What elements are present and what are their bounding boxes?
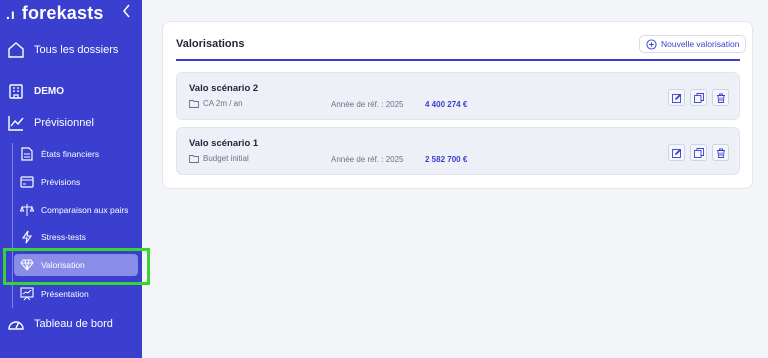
sidebar-item-demo[interactable]: DEMO bbox=[6, 81, 148, 101]
valorisation-name: Valo scénario 1 bbox=[189, 138, 259, 149]
trash-icon bbox=[716, 148, 725, 158]
valorisation-source-label: Budget initial bbox=[203, 154, 249, 163]
sidebar-item-all-folders[interactable]: Tous les dossiers bbox=[6, 39, 148, 61]
sidebar-item-label: Tableau de bord bbox=[34, 318, 113, 330]
valorisation-amount: 4 400 274 € bbox=[425, 100, 468, 109]
lightning-icon bbox=[20, 230, 34, 244]
folder-icon bbox=[189, 155, 199, 163]
presentation-icon bbox=[20, 287, 34, 301]
compare-icon bbox=[20, 203, 34, 217]
logo-mark: .ı bbox=[6, 6, 16, 22]
document-icon bbox=[20, 147, 34, 161]
reference-year: Année de réf. : 2025 bbox=[331, 155, 404, 164]
valorisation-row[interactable]: Valo scénario 2 CA 2m / an Année de réf.… bbox=[176, 72, 740, 120]
edit-icon bbox=[671, 148, 681, 158]
trash-icon bbox=[716, 93, 725, 103]
sidebar-item-label: Tous les dossiers bbox=[34, 44, 119, 56]
valorisation-name: Valo scénario 2 bbox=[189, 83, 259, 94]
sidebar-item-stress-tests[interactable]: Stress-tests bbox=[20, 228, 138, 246]
sidebar-item-previsionnel[interactable]: Prévisionnel bbox=[6, 112, 148, 134]
app-logo[interactable]: .ı forekasts bbox=[6, 3, 104, 24]
highlight-outline bbox=[3, 248, 150, 285]
valorisation-source-label: CA 2m / an bbox=[203, 99, 243, 108]
sidebar-item-label: Stress-tests bbox=[41, 232, 86, 242]
sidebar-item-label: Présentation bbox=[41, 289, 89, 299]
duplicate-button[interactable] bbox=[690, 89, 707, 106]
copy-icon bbox=[693, 147, 704, 158]
duplicate-button[interactable] bbox=[690, 144, 707, 161]
edit-icon bbox=[671, 93, 681, 103]
sidebar: .ı forekasts Tous les dossiers DEMO Prév… bbox=[0, 0, 150, 358]
valorisation-row[interactable]: Valo scénario 1 Budget initial Année de … bbox=[176, 127, 740, 175]
collapse-sidebar-button[interactable] bbox=[120, 3, 134, 19]
home-icon bbox=[6, 40, 26, 60]
chevron-left-icon bbox=[123, 4, 130, 18]
sidebar-item-tableau-de-bord[interactable]: Tableau de bord bbox=[6, 313, 148, 335]
plus-circle-icon bbox=[646, 38, 657, 50]
edit-button[interactable] bbox=[668, 89, 685, 106]
copy-icon bbox=[693, 92, 704, 103]
sidebar-item-comparaison[interactable]: Comparaison aux pairs bbox=[20, 201, 138, 219]
title-underline bbox=[176, 59, 740, 61]
sidebar-item-label: Prévisionnel bbox=[34, 117, 94, 129]
sidebar-item-previsions[interactable]: Prévisions bbox=[20, 173, 138, 191]
sidebar-item-label: Comparaison aux pairs bbox=[41, 205, 129, 215]
valorisations-card: Valorisations Nouvelle valorisation Valo… bbox=[162, 21, 753, 189]
sidebar-item-label: DEMO bbox=[34, 85, 64, 97]
folder-icon bbox=[189, 100, 199, 108]
sidebar-item-label: Prévisions bbox=[41, 177, 81, 187]
gauge-icon bbox=[6, 314, 26, 334]
delete-button[interactable] bbox=[712, 144, 729, 161]
building-icon bbox=[6, 81, 26, 101]
row-actions bbox=[668, 144, 729, 161]
valorisation-amount: 2 582 700 € bbox=[425, 155, 468, 164]
logo-text: forekasts bbox=[21, 3, 104, 23]
page-title: Valorisations bbox=[176, 38, 245, 50]
sidebar-item-etats-financiers[interactable]: États financiers bbox=[20, 145, 138, 163]
chart-line-icon bbox=[6, 113, 26, 133]
new-valorisation-label: Nouvelle valorisation bbox=[661, 39, 740, 49]
row-actions bbox=[668, 89, 729, 106]
reference-year: Année de réf. : 2025 bbox=[331, 100, 404, 109]
valorisation-source: CA 2m / an bbox=[189, 99, 243, 108]
edit-button[interactable] bbox=[668, 144, 685, 161]
valorisation-source: Budget initial bbox=[189, 154, 249, 163]
delete-button[interactable] bbox=[712, 89, 729, 106]
new-valorisation-button[interactable]: Nouvelle valorisation bbox=[639, 35, 747, 53]
sidebar-item-presentation[interactable]: Présentation bbox=[20, 285, 138, 303]
wallet-icon bbox=[20, 175, 34, 189]
sidebar-item-label: États financiers bbox=[41, 149, 100, 159]
